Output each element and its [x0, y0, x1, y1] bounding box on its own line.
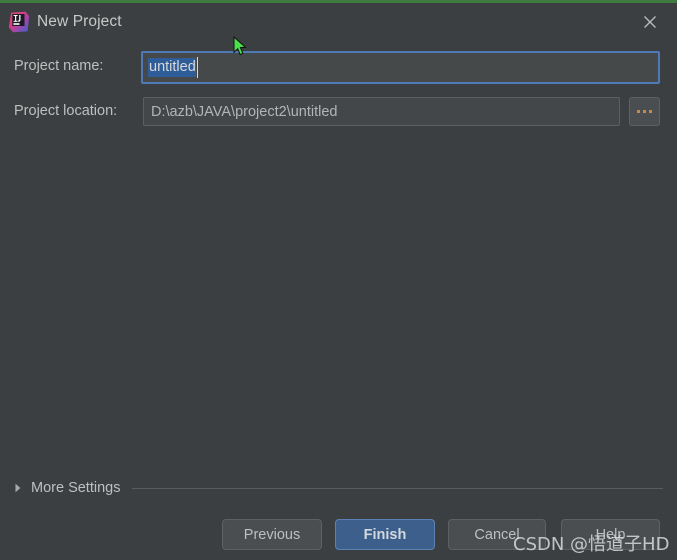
close-button[interactable] [627, 5, 673, 39]
dialog-title: New Project [37, 13, 122, 30]
more-settings-toggle[interactable]: More Settings [14, 478, 664, 498]
browse-ellipsis-icon [649, 110, 652, 113]
cancel-button[interactable]: Cancel [448, 519, 546, 550]
browse-folder-button[interactable] [629, 97, 660, 126]
more-settings-divider [132, 487, 663, 489]
browse-ellipsis-icon [637, 110, 640, 113]
project-name-input[interactable]: untitled [141, 51, 660, 84]
new-project-dialog: New Project Project name: untitled Proje… [0, 0, 677, 560]
close-icon [643, 15, 657, 29]
dialog-title-bar: New Project [0, 3, 677, 42]
finish-button[interactable]: Finish [335, 519, 435, 550]
intellij-idea-icon [8, 11, 30, 33]
project-location-label: Project location: [14, 103, 118, 119]
project-location-input[interactable]: D:\azb\JAVA\project2\untitled [143, 97, 620, 126]
project-location-value: D:\azb\JAVA\project2\untitled [151, 103, 338, 120]
help-button[interactable]: Help [561, 519, 660, 550]
project-name-value: untitled [148, 57, 198, 78]
more-settings-label: More Settings [31, 480, 121, 496]
project-name-label: Project name: [14, 58, 104, 74]
chevron-right-icon [14, 483, 28, 493]
browse-ellipsis-icon [643, 110, 646, 113]
previous-button[interactable]: Previous [222, 519, 322, 550]
